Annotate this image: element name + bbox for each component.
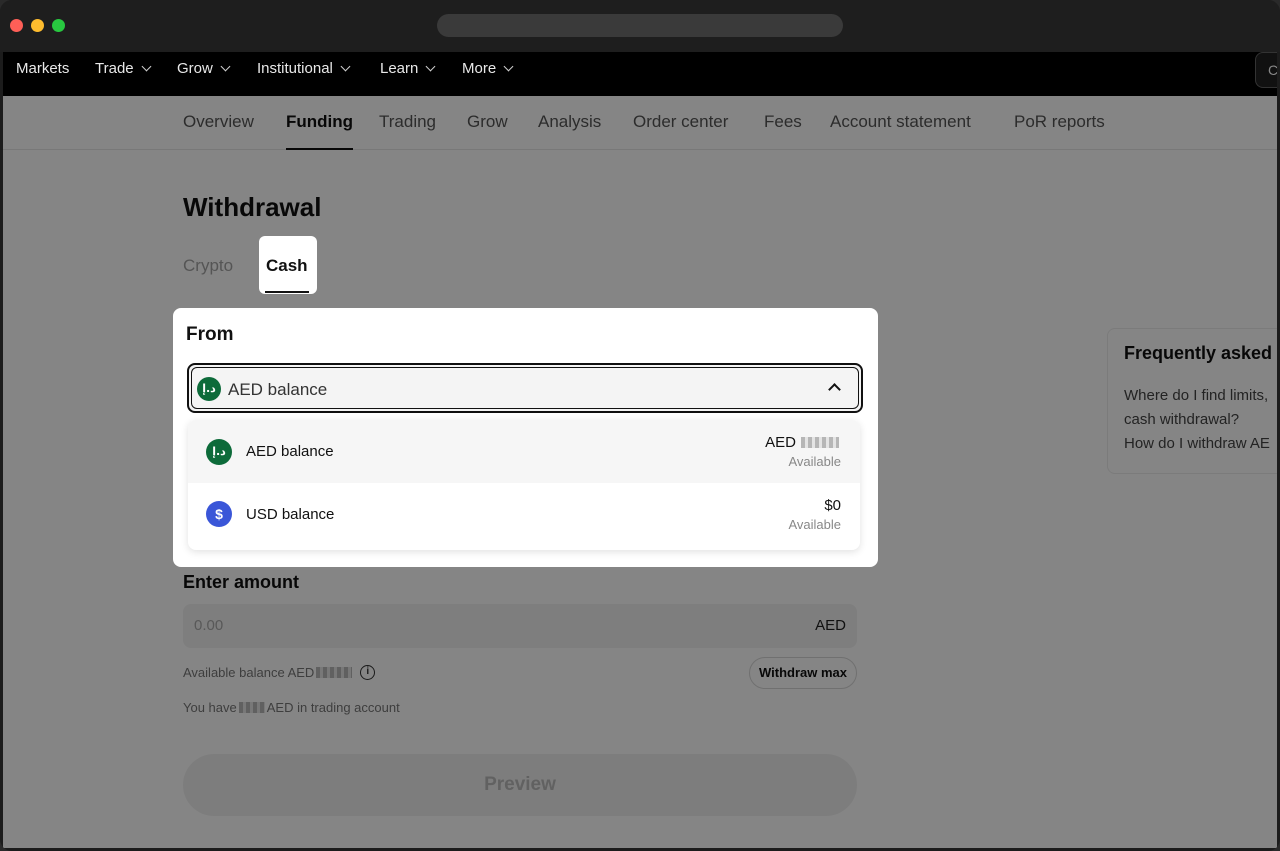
nav-institutional-label: Institutional bbox=[257, 60, 333, 77]
masked-value bbox=[801, 437, 839, 448]
balance-options: د.إ AED balance AED Available $ USD bala… bbox=[188, 420, 860, 550]
from-select[interactable]: د.إ AED balance bbox=[187, 363, 863, 413]
address-bar[interactable] bbox=[437, 14, 843, 37]
nav-grow[interactable]: Grow bbox=[177, 52, 231, 96]
maximize-window-button[interactable] bbox=[52, 19, 65, 32]
aed-currency-icon: د.إ bbox=[206, 439, 232, 465]
selected-value: AED balance bbox=[228, 380, 328, 399]
option-status: Available bbox=[788, 517, 841, 532]
nav-more-label: More bbox=[462, 60, 497, 77]
option-currency: AED bbox=[765, 434, 796, 451]
title-bar bbox=[0, 0, 1280, 52]
aed-currency-icon: د.إ bbox=[197, 377, 221, 401]
option-name: USD balance bbox=[246, 506, 335, 523]
nav-institutional[interactable]: Institutional bbox=[257, 52, 351, 96]
nav-learn-label: Learn bbox=[380, 60, 419, 77]
chevron-down-icon bbox=[220, 61, 231, 71]
tab-cash-label: Cash bbox=[266, 256, 308, 275]
search-icon: C bbox=[1268, 62, 1277, 78]
chevron-down-icon bbox=[503, 61, 514, 71]
option-usd-balance[interactable]: $ USD balance $0 Available bbox=[188, 483, 860, 546]
nav-grow-label: Grow bbox=[177, 60, 213, 77]
option-aed-balance[interactable]: د.إ AED balance AED Available bbox=[188, 420, 860, 483]
chevron-down-icon bbox=[425, 61, 436, 71]
chevron-down-icon bbox=[141, 61, 152, 71]
nav-trade-label: Trade bbox=[95, 60, 134, 77]
chevron-down-icon bbox=[340, 61, 351, 71]
option-amount: AED bbox=[765, 434, 841, 451]
option-amount: $0 bbox=[824, 497, 841, 514]
tab-cash[interactable]: Cash bbox=[259, 236, 317, 294]
nav-markets[interactable]: Markets bbox=[16, 52, 69, 96]
option-status: Available bbox=[788, 454, 841, 469]
page-content: Overview Funding Trading Grow Analysis O… bbox=[3, 96, 1277, 848]
nav-trade[interactable]: Trade bbox=[95, 52, 152, 96]
tab-crypto[interactable]: Crypto bbox=[183, 256, 233, 276]
browser-window: Markets Trade Grow Institutional Learn M… bbox=[0, 0, 1280, 851]
usd-currency-icon: $ bbox=[206, 501, 232, 527]
from-label: From bbox=[186, 324, 234, 345]
withdrawal-type-tabs: Crypto Cash bbox=[183, 236, 323, 294]
minimize-window-button[interactable] bbox=[31, 19, 44, 32]
close-window-button[interactable] bbox=[10, 19, 23, 32]
search-input[interactable]: C bbox=[1255, 52, 1277, 88]
nav-more[interactable]: More bbox=[462, 52, 514, 96]
top-navigation: Markets Trade Grow Institutional Learn M… bbox=[3, 52, 1277, 96]
nav-learn[interactable]: Learn bbox=[380, 52, 436, 96]
nav-markets-label: Markets bbox=[16, 60, 70, 77]
option-name: AED balance bbox=[246, 443, 334, 460]
from-select-popup: From د.إ AED balance د.إ AED balance AED… bbox=[173, 308, 878, 567]
active-tab-underline bbox=[265, 291, 309, 293]
